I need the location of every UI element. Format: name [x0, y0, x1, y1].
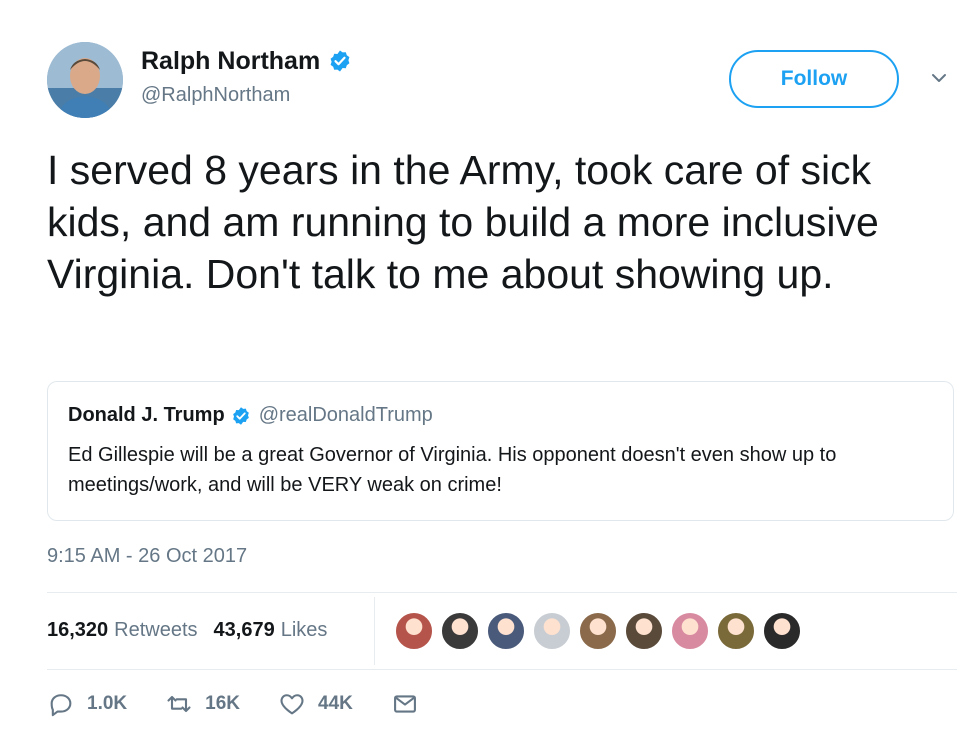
quoted-handle: @realDonaldTrump: [258, 404, 433, 426]
quoted-tweet-text: Ed Gillespie will be a great Governor of…: [68, 444, 837, 496]
tweet-actions: 1.0K 16K 44K: [47, 690, 457, 718]
tweet-stats: 16,320 Retweets 43,679 Likes: [47, 619, 343, 642]
avatar-image: [47, 42, 123, 118]
author-display-name[interactable]: Ralph Northam: [141, 47, 320, 76]
tweet-text: I served 8 years in the Army, took care …: [47, 147, 879, 297]
reply-icon: [50, 694, 72, 717]
divider: [47, 592, 957, 593]
liker-avatar[interactable]: [440, 611, 480, 651]
author-name-block: Ralph Northam @RalphNortham: [141, 46, 352, 107]
direct-message-button[interactable]: [391, 690, 419, 718]
liker-avatars: [394, 611, 808, 651]
retweet-icon: [167, 695, 191, 713]
liker-avatar[interactable]: [578, 611, 618, 651]
likes-label[interactable]: Likes: [281, 619, 328, 642]
liker-avatar[interactable]: [624, 611, 664, 651]
quoted-tweet[interactable]: Donald J. Trump @realDonaldTrump Ed Gill…: [47, 381, 954, 521]
author-avatar[interactable]: [47, 42, 123, 118]
liker-avatar[interactable]: [486, 611, 526, 651]
envelope-icon: [393, 695, 416, 713]
liker-avatar[interactable]: [670, 611, 710, 651]
like-count: 44K: [318, 693, 353, 714]
liker-avatar[interactable]: [532, 611, 572, 651]
quoted-display-name: Donald J. Trump: [68, 404, 225, 426]
retweets-label[interactable]: Retweets: [114, 619, 197, 642]
retweet-button[interactable]: 16K: [165, 690, 240, 718]
verified-badge-icon: [330, 50, 350, 72]
quoted-tweet-header: Donald J. Trump @realDonaldTrump: [68, 404, 433, 427]
follow-button[interactable]: Follow: [729, 50, 899, 108]
tweet-timestamp[interactable]: 9:15 AM - 26 Oct 2017: [47, 545, 247, 568]
heart-icon: [280, 694, 304, 715]
verified-badge-icon: [232, 406, 249, 425]
liker-avatar[interactable]: [762, 611, 802, 651]
divider: [47, 669, 957, 670]
tweet-header: Ralph Northam @RalphNortham Follow: [47, 42, 957, 120]
liker-avatar[interactable]: [394, 611, 434, 651]
chevron-down-icon[interactable]: [929, 68, 949, 88]
retweets-count[interactable]: 16,320: [47, 619, 108, 642]
likes-count[interactable]: 43,679: [214, 619, 275, 642]
author-handle[interactable]: @RalphNortham: [141, 84, 352, 107]
reply-count: 1.0K: [87, 693, 128, 714]
retweet-count: 16K: [205, 693, 240, 714]
reply-button[interactable]: 1.0K: [47, 690, 127, 718]
like-button[interactable]: 44K: [278, 690, 353, 718]
liker-avatar[interactable]: [716, 611, 756, 651]
divider: [374, 597, 375, 665]
